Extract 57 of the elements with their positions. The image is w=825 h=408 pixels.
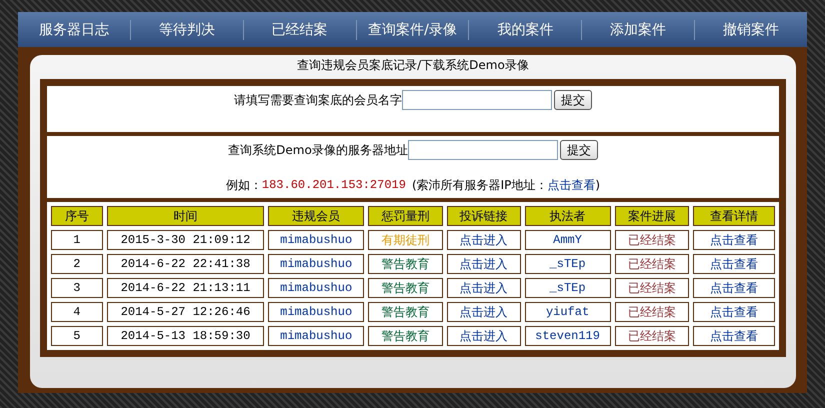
penalty-cell: 有期徒刑 bbox=[368, 230, 443, 250]
column-header: 时间 bbox=[106, 206, 264, 226]
penalty-cell: 警告教育 bbox=[368, 302, 443, 322]
status-cell: 已经结案 bbox=[614, 278, 690, 298]
column-header: 惩罚量刑 bbox=[368, 206, 443, 226]
nav-link[interactable]: 添加案件 bbox=[581, 20, 694, 40]
row-number-cell: 5 bbox=[51, 326, 103, 346]
status-cell: 已经结案 bbox=[614, 326, 690, 346]
note-text: ) bbox=[595, 177, 600, 194]
member-cell: mimabushuo bbox=[268, 230, 364, 250]
penalty-cell: 警告教育 bbox=[368, 254, 443, 274]
nav-link[interactable]: 我的案件 bbox=[468, 20, 582, 40]
member-cell: mimabushuo bbox=[268, 254, 364, 274]
time-cell: 2015-3-30 21:09:12 bbox=[106, 230, 264, 250]
penalty-cell: 警告教育 bbox=[368, 326, 443, 346]
note-text: (索沛所有服务器IP地址： bbox=[412, 177, 548, 194]
example-label: 例如： bbox=[226, 177, 262, 194]
enforcer-cell: _sTEp bbox=[524, 278, 610, 298]
status-cell: 已经结案 bbox=[614, 254, 690, 274]
example-address: 183.60.201.153:27019 bbox=[262, 177, 406, 194]
view-link[interactable]: 点击查看 bbox=[547, 176, 596, 194]
column-header: 案件进展 bbox=[614, 206, 690, 226]
enforcer-cell: yiufat bbox=[524, 302, 610, 322]
enforcer-cell: _sTEp bbox=[524, 254, 610, 274]
server-address-field[interactable] bbox=[408, 140, 558, 160]
penalty-cell: 警告教育 bbox=[368, 278, 443, 298]
member-name-field[interactable] bbox=[402, 90, 552, 110]
member-cell: mimabushuo bbox=[268, 302, 364, 322]
time-cell: 2014-6-22 21:13:11 bbox=[106, 278, 264, 298]
column-header: 序号 bbox=[51, 206, 103, 226]
nav-link[interactable]: 撤销案件 bbox=[694, 20, 808, 40]
status-cell: 已经结案 bbox=[614, 302, 690, 322]
field-label: 查询系统Demo录像的服务器地址 bbox=[228, 142, 408, 159]
row-number-cell: 4 bbox=[51, 302, 103, 322]
time-cell: 2014-6-22 22:41:38 bbox=[106, 254, 264, 274]
enforcer-cell: steven119 bbox=[524, 326, 610, 346]
nav-link[interactable]: 已经结案 bbox=[242, 20, 356, 40]
nav-link[interactable]: 等待判决 bbox=[130, 20, 243, 40]
panel-title: 查询违规会员案底记录/下载系统Demo录像 bbox=[296, 57, 530, 74]
time-cell: 2014-5-13 18:59:30 bbox=[106, 326, 264, 346]
nav-link[interactable]: 服务器日志 bbox=[18, 20, 130, 40]
field-label: 请填写需要查询案底的会员名字 bbox=[234, 92, 402, 109]
submit-button[interactable]: 提交 bbox=[560, 140, 598, 160]
row-number-cell: 1 bbox=[51, 230, 103, 250]
column-header: 执法者 bbox=[524, 206, 610, 226]
time-cell: 2014-5-27 12:26:46 bbox=[106, 302, 264, 322]
column-header: 查看详情 bbox=[693, 206, 775, 226]
member-cell: mimabushuo bbox=[268, 326, 364, 346]
status-cell: 已经结案 bbox=[614, 230, 690, 250]
submit-button[interactable]: 提交 bbox=[554, 90, 592, 110]
row-number-cell: 2 bbox=[51, 254, 103, 274]
member-cell: mimabushuo bbox=[268, 278, 364, 298]
column-header: 投诉链接 bbox=[446, 206, 521, 226]
enforcer-cell: AmmY bbox=[524, 230, 610, 250]
row-number-cell: 3 bbox=[51, 278, 103, 298]
column-header: 违规会员 bbox=[268, 206, 364, 226]
nav-link[interactable]: 查询案件/录像 bbox=[356, 20, 468, 40]
